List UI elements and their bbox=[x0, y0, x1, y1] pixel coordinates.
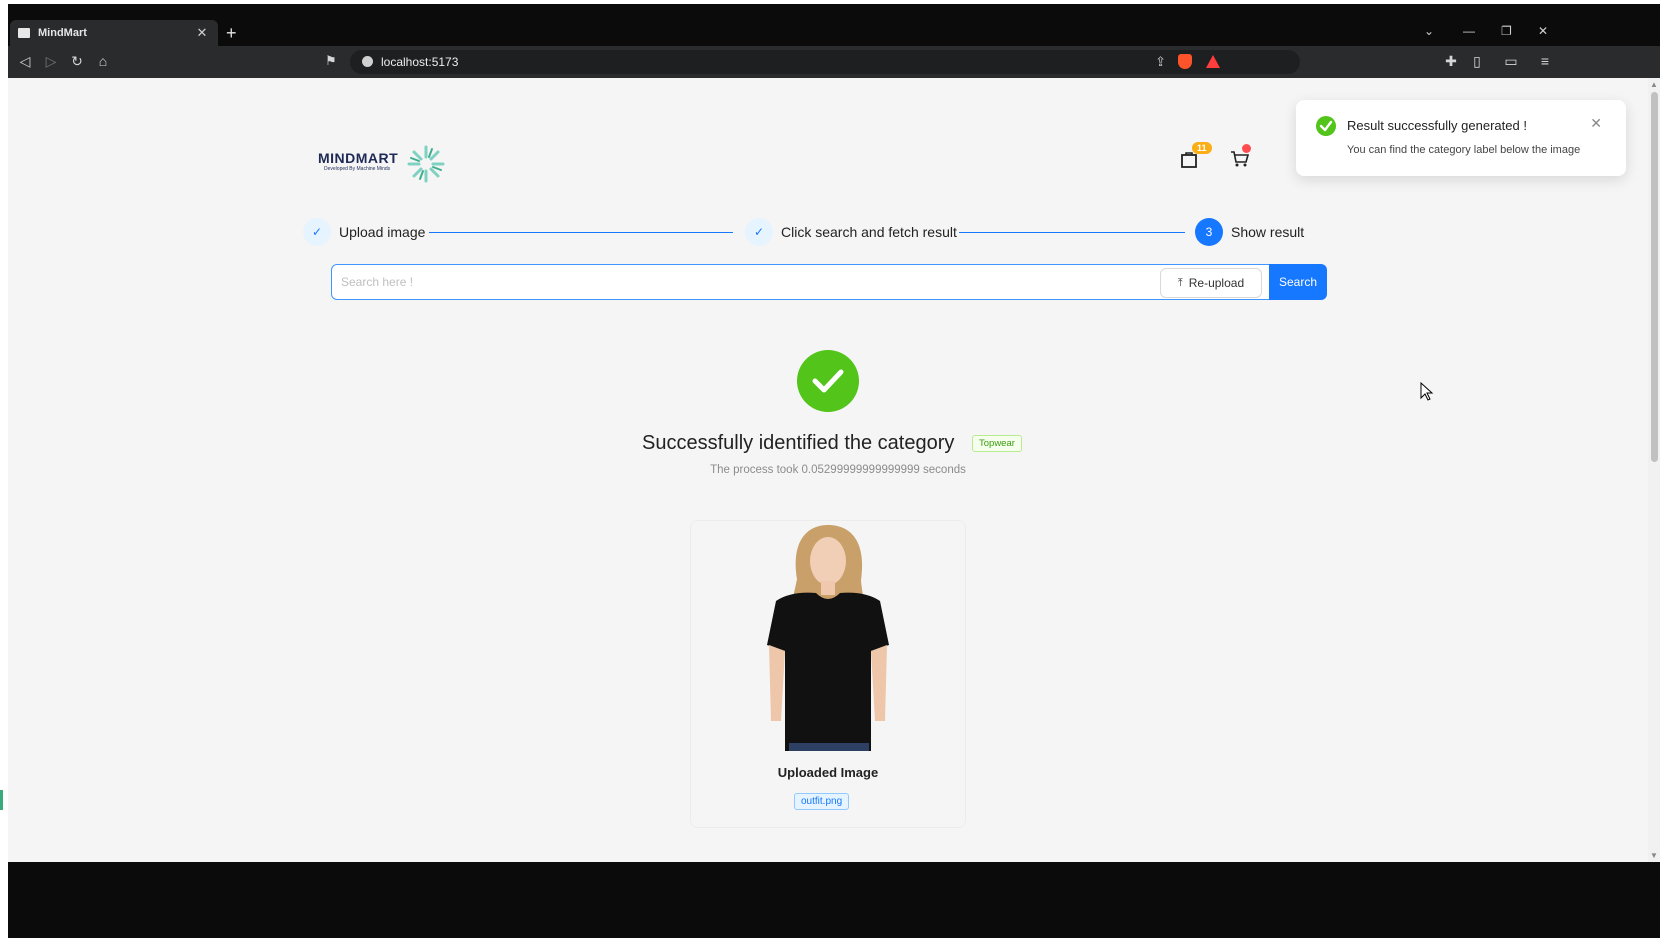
brave-shields-icon[interactable] bbox=[1178, 54, 1192, 69]
notification-success-icon bbox=[1316, 116, 1336, 136]
bag-button[interactable]: 11 bbox=[1180, 142, 1212, 173]
search-bar: Search here ! ⤒ Re-upload Search bbox=[331, 264, 1327, 300]
bag-count-badge: 11 bbox=[1192, 142, 1212, 154]
scrollbar-thumb[interactable] bbox=[1651, 92, 1658, 462]
cart-count-badge bbox=[1242, 144, 1251, 153]
new-tab-button[interactable]: + bbox=[226, 23, 237, 44]
uploaded-image-card: Uploaded Image outfit.png bbox=[690, 520, 966, 828]
share-icon[interactable]: ⇪ bbox=[1155, 54, 1166, 70]
success-check-icon bbox=[797, 350, 859, 412]
step-search-fetch: ✓ Click search and fetch result bbox=[745, 218, 957, 246]
file-name-tag: outfit.png bbox=[794, 793, 850, 810]
search-button[interactable]: Search bbox=[1269, 264, 1327, 300]
category-tag: Topwear bbox=[972, 435, 1022, 452]
minimize-button[interactable]: — bbox=[1463, 24, 1475, 38]
step-check-icon: ✓ bbox=[303, 218, 331, 246]
tab-strip: MindMart ✕ + ⌄ — ❐ ✕ bbox=[8, 4, 1660, 46]
window-close-button[interactable]: ✕ bbox=[1538, 24, 1548, 38]
address-bar[interactable]: localhost:5173 ⇪ bbox=[350, 50, 1300, 74]
progress-steps: ✓ Upload image ✓ Click search and fetch … bbox=[303, 218, 1363, 248]
uploaded-image bbox=[691, 521, 965, 751]
browser-window: MindMart ✕ + ⌄ — ❐ ✕ ◁ ▷ ↻ ⌂ ⚑ localhost… bbox=[8, 4, 1660, 938]
mouse-cursor-icon bbox=[1420, 382, 1434, 401]
search-input[interactable]: Search here ! ⤒ Re-upload bbox=[331, 264, 1271, 300]
cart-button[interactable] bbox=[1230, 144, 1251, 173]
result-title: Successfully identified the category bbox=[642, 432, 955, 454]
window-edge-marker bbox=[0, 790, 3, 810]
url-text[interactable]: localhost:5173 bbox=[381, 55, 458, 69]
step-label: Show result bbox=[1231, 224, 1305, 240]
home-icon[interactable]: ⌂ bbox=[94, 53, 112, 69]
site-info-icon[interactable] bbox=[362, 56, 373, 67]
notification-close-icon[interactable]: ✕ bbox=[1590, 115, 1602, 132]
step-connector bbox=[429, 232, 733, 233]
extensions-icon[interactable]: ✚ bbox=[1442, 53, 1460, 70]
step-label: Click search and fetch result bbox=[781, 224, 957, 240]
bottom-bar bbox=[8, 862, 1660, 938]
step-number: 3 bbox=[1195, 218, 1223, 246]
notification-description: You can find the category label below th… bbox=[1347, 144, 1581, 156]
page-content: MINDMART Developed By Machine Minds 11 ✓… bbox=[8, 78, 1648, 862]
browser-toolbar: ◁ ▷ ↻ ⌂ ⚑ localhost:5173 ⇪ ✚ ▯ ▭ ≡ bbox=[8, 46, 1660, 78]
back-icon[interactable]: ◁ bbox=[16, 53, 34, 70]
sidebar-icon[interactable]: ▯ bbox=[1468, 53, 1486, 70]
upload-icon: ⤒ bbox=[1177, 276, 1183, 289]
notification-title: Result successfully generated ! bbox=[1347, 118, 1527, 133]
step-check-icon: ✓ bbox=[745, 218, 773, 246]
reupload-button[interactable]: ⤒ Re-upload bbox=[1160, 268, 1262, 298]
step-connector bbox=[959, 232, 1185, 233]
reload-icon[interactable]: ↻ bbox=[68, 53, 86, 70]
wallet-icon[interactable]: ▭ bbox=[1502, 53, 1520, 70]
success-notification: Result successfully generated ! You can … bbox=[1296, 100, 1626, 176]
step-upload-image: ✓ Upload image bbox=[303, 218, 425, 246]
logo[interactable]: MINDMART Developed By Machine Minds bbox=[318, 144, 448, 184]
menu-icon[interactable]: ≡ bbox=[1536, 53, 1554, 69]
maximize-button[interactable]: ❐ bbox=[1501, 24, 1512, 38]
browser-tab[interactable]: MindMart ✕ bbox=[10, 20, 218, 46]
result-heading: Successfully identified the category Top… bbox=[632, 432, 1032, 462]
card-caption: Uploaded Image bbox=[777, 765, 879, 780]
logo-text: MINDMART bbox=[318, 150, 399, 166]
favicon-icon bbox=[18, 28, 30, 38]
logo-sunburst-icon bbox=[407, 145, 445, 183]
brave-rewards-icon[interactable] bbox=[1206, 55, 1220, 68]
page-scrollbar[interactable]: ▲ ▼ bbox=[1648, 78, 1660, 862]
process-time-text: The process took 0.05299999999999999 sec… bbox=[710, 464, 966, 476]
logo-tagline: Developed By Machine Minds bbox=[324, 166, 391, 172]
tab-search-icon[interactable]: ⌄ bbox=[1424, 24, 1434, 38]
search-placeholder: Search here ! bbox=[341, 275, 414, 289]
scroll-up-icon[interactable]: ▲ bbox=[1650, 80, 1658, 89]
step-show-result: 3 Show result bbox=[1195, 218, 1304, 246]
reupload-label: Re-upload bbox=[1188, 276, 1245, 290]
forward-icon[interactable]: ▷ bbox=[42, 53, 60, 70]
tab-close-icon[interactable]: ✕ bbox=[192, 25, 212, 41]
step-label: Upload image bbox=[339, 224, 426, 240]
bookmark-icon[interactable]: ⚑ bbox=[325, 53, 337, 69]
scroll-down-icon[interactable]: ▼ bbox=[1650, 851, 1658, 860]
tab-title: MindMart bbox=[38, 27, 87, 39]
